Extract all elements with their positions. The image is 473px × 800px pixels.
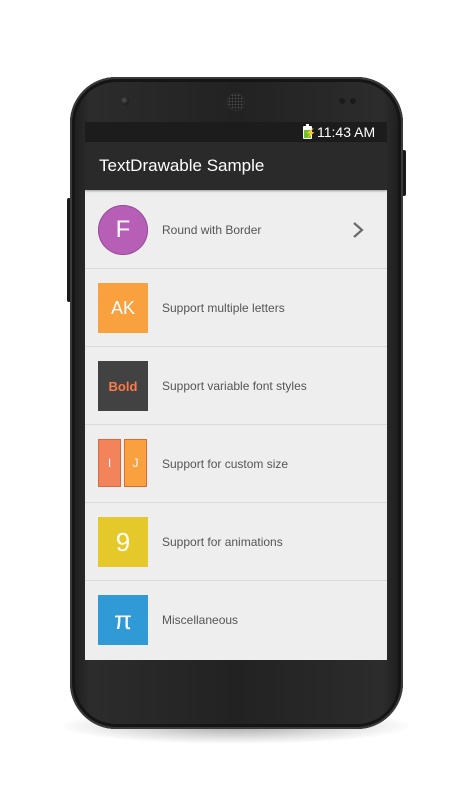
letter-tile: Bold <box>98 361 148 411</box>
light-sensor <box>350 98 356 104</box>
list-item-label: Support multiple letters <box>162 301 285 315</box>
chevron-right-icon <box>353 222 364 238</box>
list-item-multiple-letters[interactable]: AK Support multiple letters <box>85 269 387 347</box>
letter-tile-right: J <box>124 439 147 487</box>
list-item-label: Support for custom size <box>162 457 289 471</box>
battery-icon: ⚡ <box>303 124 316 139</box>
sample-list: F Round with Border AK Support multiple … <box>85 191 387 659</box>
list-item-label: Round with Border <box>162 223 262 237</box>
list-item-label: Support for animations <box>162 535 283 549</box>
letter-tile: F <box>98 205 148 255</box>
letter-tile: π <box>98 595 148 645</box>
letter-tile: AK <box>98 283 148 333</box>
letter-tile-left: I <box>98 439 121 487</box>
status-time: 11:43 AM <box>317 124 376 140</box>
list-item-font-styles[interactable]: Bold Support variable font styles <box>85 347 387 425</box>
charging-bolt-icon: ⚡ <box>305 128 317 138</box>
split-letter-tile: I J <box>98 439 148 489</box>
list-item-round-with-border[interactable]: F Round with Border <box>85 191 387 269</box>
earpiece-speaker <box>228 94 244 110</box>
status-bar: ⚡ 11:43 AM <box>85 122 387 142</box>
proximity-sensor <box>339 98 345 104</box>
list-item-miscellaneous[interactable]: π Miscellaneous <box>85 581 387 659</box>
letter-tile: 9 <box>98 517 148 567</box>
app-title: TextDrawable Sample <box>99 156 265 175</box>
front-camera <box>121 97 129 105</box>
screen: ⚡ 11:43 AM TextDrawable Sample F Round w… <box>85 122 387 660</box>
list-item-animations[interactable]: 9 Support for animations <box>85 503 387 581</box>
list-item-label: Support variable font styles <box>162 379 307 393</box>
list-item-label: Miscellaneous <box>162 613 239 627</box>
list-item-custom-size[interactable]: I J Support for custom size <box>85 425 387 503</box>
action-bar: TextDrawable Sample <box>85 142 387 190</box>
